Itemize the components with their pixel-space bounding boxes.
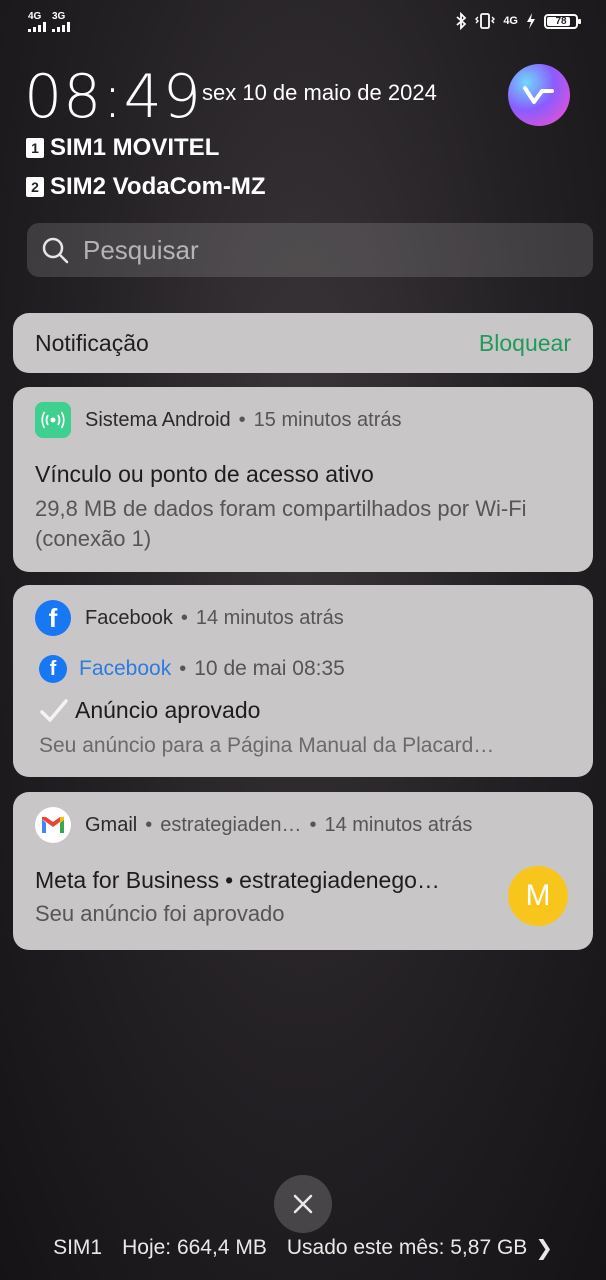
notification-title: Meta for Business xyxy=(35,867,220,893)
search-input[interactable]: Pesquisar xyxy=(27,223,593,277)
notification-title-row: Anúncio aprovado xyxy=(39,697,260,724)
notification-sub-time: 10 de mai 08:35 xyxy=(194,657,345,680)
data-usage-bar[interactable]: SIM1 Hoje: 664,4 MB Usado este mês: 5,87… xyxy=(0,1228,606,1268)
notification-sub-header: f Facebook • 10 de mai 08:35 xyxy=(39,655,345,683)
sim1-signal: 4G xyxy=(28,12,46,32)
chevron-right-icon: ❯ xyxy=(535,1236,553,1260)
sim1-carrier: 1 SIM1 MOVITEL xyxy=(26,134,219,162)
gmail-icon xyxy=(35,807,71,843)
data-usage-sim: SIM1 xyxy=(53,1236,103,1259)
sim2-badge: 2 xyxy=(26,177,44,197)
separator: • xyxy=(238,408,246,431)
notification-time: 14 minutos atrás xyxy=(195,606,344,629)
sim1-badge: 1 xyxy=(26,138,44,158)
sim2-signal: 3G xyxy=(52,12,70,32)
notification-time: 15 minutos atrás xyxy=(253,408,402,431)
notification-account: estrategiaden… xyxy=(160,813,302,836)
battery-icon: 78 xyxy=(544,13,581,29)
notification-android-system[interactable]: Sistema Android • 15 minutos atrás Víncu… xyxy=(13,387,593,572)
notification-title: Vínculo ou ponto de acesso ativo xyxy=(35,461,374,487)
separator: • xyxy=(179,657,187,680)
block-button[interactable]: Bloquear xyxy=(479,330,571,357)
notification-sub-app: Facebook xyxy=(79,657,172,680)
avatar: M xyxy=(508,866,568,926)
sim2-network-type: 3G xyxy=(52,11,66,22)
battery-level: 78 xyxy=(555,15,567,27)
notification-header-row: f Facebook • 14 minutos atrás xyxy=(35,600,344,636)
sim1-carrier-label: SIM1 MOVITEL xyxy=(50,134,220,161)
notification-header-row: Gmail • estrategiaden… • 14 minutos atrá… xyxy=(35,807,472,843)
notification-header-title: Notificação xyxy=(35,329,149,356)
separator: • xyxy=(180,606,188,629)
data-usage-month: Usado este mês: 5,87 GB xyxy=(286,1236,528,1259)
sim1-signal-bars-icon xyxy=(28,22,46,32)
search-icon xyxy=(42,237,69,264)
facebook-icon: f xyxy=(35,600,71,636)
notification-time: 14 minutos atrás xyxy=(324,813,473,836)
sim1-network-type: 4G xyxy=(28,11,42,22)
sim2-signal-bars-icon xyxy=(52,22,70,32)
notification-text: Seu anúncio foi aprovado xyxy=(35,901,285,926)
status-bar-right: 4G 78 xyxy=(455,12,581,30)
hotspot-icon xyxy=(35,402,71,438)
sim2-carrier-label: SIM2 VodaCom-MZ xyxy=(50,173,266,200)
notification-app-name: Sistema Android xyxy=(85,408,231,431)
notification-title-row: Meta for Business • estrategiadenego… xyxy=(35,867,440,894)
facebook-icon: f xyxy=(39,655,67,683)
notification-header-row: Sistema Android • 15 minutos atrás xyxy=(35,402,402,438)
separator: • xyxy=(225,867,234,893)
close-icon xyxy=(293,1194,313,1214)
data-usage-today: Hoje: 664,4 MB xyxy=(122,1236,267,1259)
lockscreen-time: 08:49 xyxy=(24,62,202,132)
notification-text: 29,8 MB de dados foram compartilhados po… xyxy=(35,496,527,551)
notification-app-name: Gmail xyxy=(85,813,138,836)
notification-title-account: estrategiadenego… xyxy=(239,867,440,893)
sim2-carrier: 2 SIM2 VodaCom-MZ xyxy=(26,173,266,201)
notification-facebook[interactable]: f Facebook • 14 minutos atrás f Facebook… xyxy=(13,585,593,777)
status-bar-signals: 4G 3G xyxy=(28,12,70,32)
notification-app-name: Facebook xyxy=(85,606,173,629)
charging-icon xyxy=(527,13,535,29)
notification-gmail[interactable]: Gmail • estrategiaden… • 14 minutos atrá… xyxy=(13,792,593,950)
separator: • xyxy=(145,813,153,836)
lockscreen-date: sex 10 de maio de 2024 xyxy=(202,80,437,105)
notification-title: Anúncio aprovado xyxy=(75,697,261,723)
notification-text: Seu anúncio para a Página Manual da Plac… xyxy=(39,734,495,757)
clear-all-button[interactable] xyxy=(274,1175,332,1233)
search-placeholder: Pesquisar xyxy=(83,234,199,265)
vibrate-icon xyxy=(475,13,496,29)
separator: • xyxy=(309,813,317,836)
bluetooth-icon xyxy=(456,12,467,30)
notification-header: Notificação Bloquear xyxy=(13,313,593,373)
assistant-logo-icon[interactable] xyxy=(508,64,570,126)
data-network-type: 4G xyxy=(503,15,518,27)
checkmark-icon xyxy=(40,698,68,722)
